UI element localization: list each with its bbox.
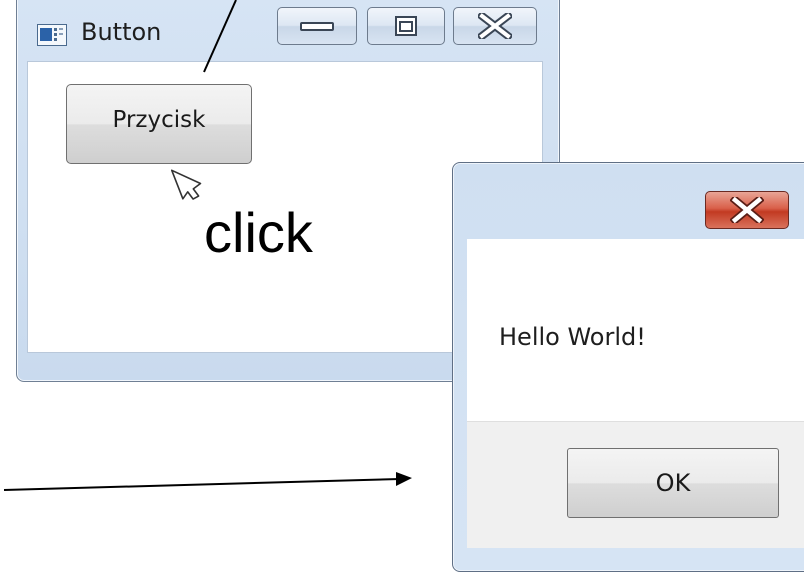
dialog-message: Hello World! [499, 323, 646, 351]
minimize-button[interactable] [277, 7, 357, 45]
arrow-head [396, 472, 412, 486]
title-bar: Button [17, 1, 559, 61]
maximize-icon [395, 16, 417, 36]
przycisk-button[interactable]: Przycisk [66, 84, 252, 164]
close-icon [730, 197, 764, 223]
close-icon [478, 13, 512, 39]
close-button[interactable] [453, 7, 537, 45]
dialog-close-button[interactable] [705, 191, 789, 229]
maximize-button[interactable] [367, 7, 445, 45]
mouse-pointer-icon [170, 169, 202, 200]
ok-button[interactable]: OK [567, 448, 779, 518]
window-app-icon [37, 24, 67, 46]
dialog-body: Hello World! [467, 239, 804, 421]
click-annotation: click [204, 201, 313, 264]
dialog-footer: OK [467, 421, 804, 548]
window-title: Button [81, 18, 162, 46]
message-dialog: Hello World! OK [452, 162, 804, 572]
arrow-line [3, 478, 401, 491]
minimize-icon [300, 22, 334, 31]
